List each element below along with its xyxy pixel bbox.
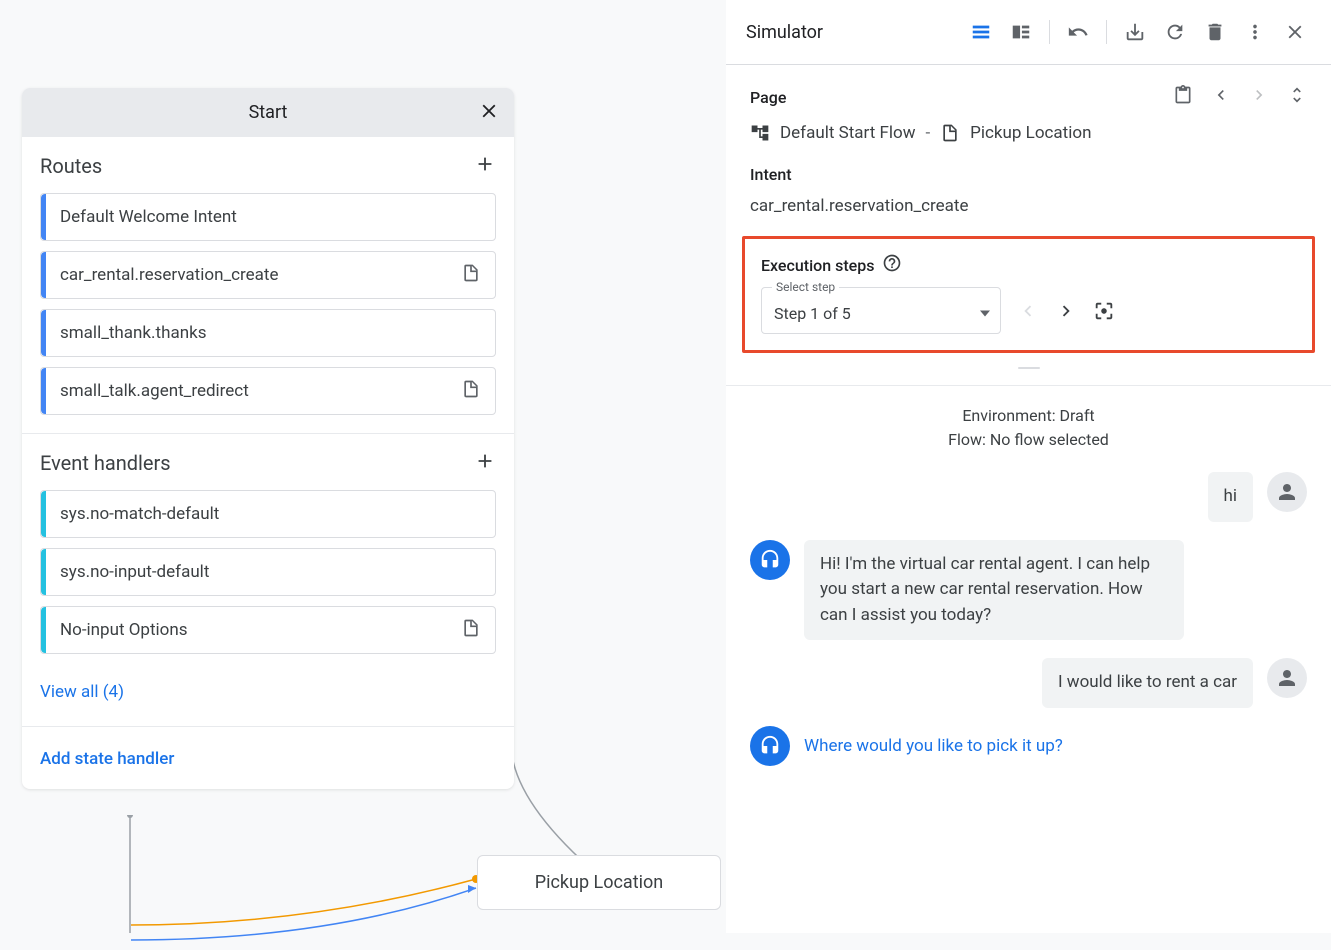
bot-avatar-icon: [750, 540, 790, 580]
add-event-handler-icon[interactable]: [474, 450, 496, 476]
execution-steps-label: Execution steps: [761, 256, 874, 275]
route-item[interactable]: small_thank.thanks: [40, 309, 496, 357]
flow-node-pickup-location[interactable]: Pickup Location: [477, 855, 721, 910]
flow-node-label: Pickup Location: [535, 872, 663, 893]
simulator-title: Simulator: [746, 22, 957, 43]
card-header: Start: [22, 88, 514, 137]
page-icon: [940, 123, 960, 143]
close-icon[interactable]: [478, 100, 500, 126]
user-avatar-icon: [1267, 658, 1307, 698]
help-icon[interactable]: [882, 253, 902, 277]
message-row-bot: Hi! I'm the virtual car rental agent. I …: [750, 540, 1307, 641]
focus-icon[interactable]: [1093, 300, 1115, 322]
refresh-icon[interactable]: [1159, 16, 1191, 48]
undo-icon[interactable]: [1062, 16, 1094, 48]
route-item[interactable]: small_talk.agent_redirect: [40, 367, 496, 415]
user-avatar-icon: [1267, 472, 1307, 512]
event-handlers-title: Event handlers: [40, 451, 171, 475]
step-select[interactable]: Select step Step 1 of 5: [761, 287, 1001, 334]
page-icon: [461, 618, 481, 642]
intent-value: car_rental.reservation_create: [750, 196, 1307, 216]
view-compact-icon[interactable]: [965, 16, 997, 48]
route-item[interactable]: car_rental.reservation_create: [40, 251, 496, 299]
step-select-label: Select step: [772, 280, 839, 294]
step-select-value: Step 1 of 5: [774, 304, 851, 323]
start-card: Start Routes Default Welcome Intent car_…: [22, 88, 514, 789]
message-row-user: I would like to rent a car: [750, 658, 1307, 708]
simulator-toolbar: Simulator: [726, 0, 1331, 65]
user-message: hi: [1208, 472, 1254, 522]
breadcrumb-separator: -: [925, 123, 930, 143]
route-label: car_rental.reservation_create: [60, 265, 461, 285]
event-handler-label: No-input Options: [60, 620, 461, 640]
flow-canvas: Start Routes Default Welcome Intent car_…: [0, 0, 726, 933]
route-item[interactable]: Default Welcome Intent: [40, 193, 496, 241]
flow-icon: [750, 123, 770, 143]
event-handler-item[interactable]: sys.no-input-default: [40, 548, 496, 596]
event-handler-item[interactable]: sys.no-match-default: [40, 490, 496, 538]
step-next-icon[interactable]: [1055, 300, 1077, 322]
page-icon: [461, 263, 481, 287]
event-handler-label: sys.no-input-default: [60, 562, 481, 582]
simulator-top: Page Default Start Flow - Pickup Locatio…: [726, 65, 1331, 375]
card-title: Start: [249, 102, 288, 123]
event-handler-label: sys.no-match-default: [60, 504, 481, 524]
chevron-down-icon: [980, 301, 990, 320]
page-label: Page: [750, 88, 786, 107]
message-row-bot: Where would you like to pick it up?: [750, 726, 1307, 768]
event-handlers-section: Event handlers sys.no-match-default sys.…: [22, 434, 514, 720]
event-handler-item[interactable]: No-input Options: [40, 606, 496, 654]
view-split-icon[interactable]: [1005, 16, 1037, 48]
close-icon[interactable]: [1279, 16, 1311, 48]
add-route-icon[interactable]: [474, 153, 496, 179]
page-icon: [461, 379, 481, 403]
routes-title: Routes: [40, 154, 102, 178]
separator: [1049, 20, 1050, 44]
bot-avatar-icon: [750, 726, 790, 766]
conversation: Environment: Draft Flow: No flow selecte…: [726, 385, 1331, 933]
conversation-meta: Environment: Draft Flow: No flow selecte…: [750, 404, 1307, 452]
intent-label: Intent: [750, 165, 1307, 184]
execution-steps-highlight: Execution steps Select step Step 1 of 5: [742, 236, 1315, 353]
route-label: small_thank.thanks: [60, 323, 481, 343]
add-state-handler-link[interactable]: Add state handler: [40, 727, 174, 769]
message-row-user: hi: [750, 472, 1307, 522]
download-icon[interactable]: [1119, 16, 1151, 48]
clipboard-icon[interactable]: [1173, 85, 1193, 109]
view-all-link[interactable]: View all (4): [40, 664, 124, 720]
simulator-panel: Simulator Page Default Start Flow - Pi: [726, 0, 1331, 933]
step-prev-icon[interactable]: [1017, 300, 1039, 322]
routes-section: Routes Default Welcome Intent car_rental…: [22, 137, 514, 434]
bot-message: Hi! I'm the virtual car rental agent. I …: [804, 540, 1184, 641]
connector-line-blue: [128, 870, 488, 950]
breadcrumb-page: Pickup Location: [970, 123, 1091, 143]
chevron-left-icon[interactable]: [1211, 85, 1231, 109]
state-handler-row: Add state handler: [22, 726, 514, 789]
breadcrumb: Default Start Flow - Pickup Location: [750, 123, 1307, 143]
collapse-icon[interactable]: [1287, 85, 1307, 109]
bot-message-link[interactable]: Where would you like to pick it up?: [804, 726, 1063, 768]
route-label: small_talk.agent_redirect: [60, 381, 461, 401]
more-icon[interactable]: [1239, 16, 1271, 48]
route-label: Default Welcome Intent: [60, 207, 481, 227]
breadcrumb-flow: Default Start Flow: [780, 123, 915, 143]
chevron-right-icon[interactable]: [1249, 85, 1269, 109]
user-message: I would like to rent a car: [1042, 658, 1253, 708]
delete-icon[interactable]: [1199, 16, 1231, 48]
separator: [1106, 20, 1107, 44]
drag-handle[interactable]: [750, 361, 1307, 375]
